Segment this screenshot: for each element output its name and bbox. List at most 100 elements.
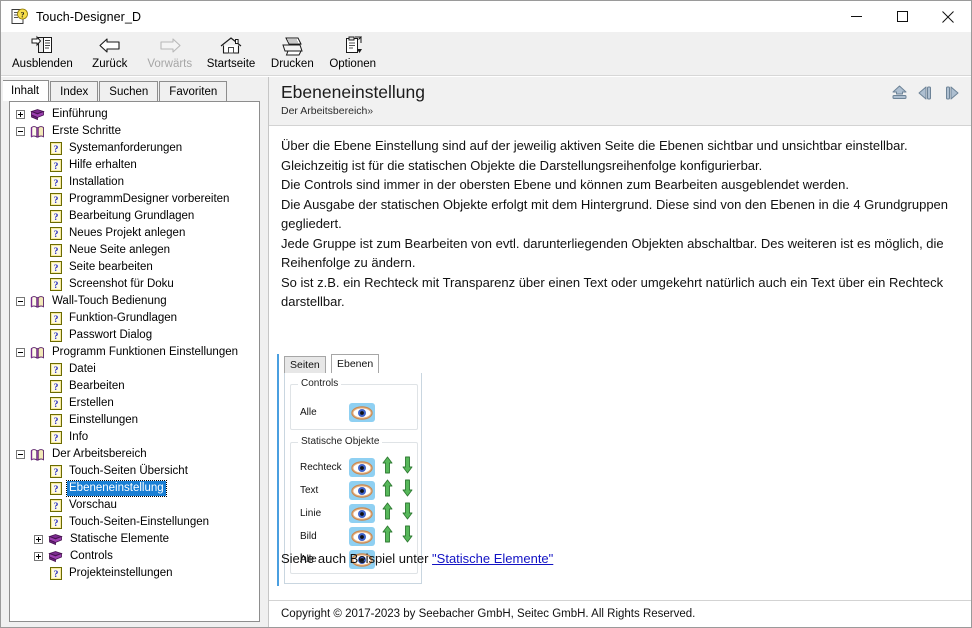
collapse-node-icon[interactable] xyxy=(16,297,25,306)
expand-node-icon[interactable] xyxy=(16,110,25,119)
tree-item-label: Seite bearbeiten xyxy=(69,261,153,273)
nav-previous-button[interactable] xyxy=(916,84,935,101)
tree-item-label: Info xyxy=(69,431,89,443)
copyright-text: Copyright © 2017-2023 by Seebacher GmbH,… xyxy=(281,608,696,620)
tab-index[interactable]: Index xyxy=(50,81,99,101)
eye-visible-icon[interactable] xyxy=(349,458,375,477)
tree-item-erstellen[interactable]: ? Erstellen xyxy=(10,395,259,412)
tree-item-der-arbeitsbereich[interactable]: Der Arbeitsbereich xyxy=(10,446,259,463)
tree-item-neues-projekt-anlegen[interactable]: ? Neues Projekt anlegen xyxy=(10,225,259,242)
widget-tab-seiten[interactable]: Seiten xyxy=(284,356,326,373)
tree-item-seite-bearbeiten[interactable]: ? Seite bearbeiten xyxy=(10,259,259,276)
widget-tab-label: Seiten xyxy=(290,359,320,371)
tree-item-bearbeiten[interactable]: ? Bearbeiten xyxy=(10,378,259,395)
collapse-node-icon[interactable] xyxy=(16,348,25,357)
tree-item-touch-seiten-einstellungen[interactable]: ? Touch-Seiten-Einstellungen xyxy=(10,514,259,531)
nav-up-button[interactable] xyxy=(890,84,909,101)
svg-text:?: ? xyxy=(54,570,59,580)
toolbar-button-zurueck[interactable]: Zurück xyxy=(80,32,140,76)
help-topic-icon: ? xyxy=(50,414,62,427)
nav-next-button[interactable] xyxy=(942,84,961,101)
move-down-icon[interactable] xyxy=(402,502,413,525)
tree-item-statische-elemente[interactable]: Statische Elemente xyxy=(10,531,259,548)
tree-item-systemanforderungen[interactable]: ? Systemanforderungen xyxy=(10,140,259,157)
svg-text:?: ? xyxy=(54,434,59,444)
tree-item-info[interactable]: ? Info xyxy=(10,429,259,446)
tree-item-label: Projekteinstellungen xyxy=(69,567,173,579)
help-topic-icon: ? xyxy=(50,329,62,342)
paragraph: So ist z.B. ein Rechteck mit Transparenz… xyxy=(281,274,944,310)
eye-visible-icon[interactable] xyxy=(349,504,375,523)
contents-tree[interactable]: Einführung Erste Schritte? Systemanforderu… xyxy=(9,101,260,622)
svg-text:?: ? xyxy=(21,10,25,19)
svg-text:?: ? xyxy=(54,417,59,427)
tree-item-touch-seiten-bersicht[interactable]: ? Touch-Seiten Übersicht xyxy=(10,463,259,480)
tree-item-label: Programm Funktionen Einstellungen xyxy=(52,346,239,358)
tree-item-neue-seite-anlegen[interactable]: ? Neue Seite anlegen xyxy=(10,242,259,259)
tree-item-passwort-dialog[interactable]: ? Passwort Dialog xyxy=(10,327,259,344)
move-up-icon[interactable] xyxy=(382,502,393,525)
minimize-button[interactable] xyxy=(833,1,879,32)
tree-item-bearbeitung-grundlagen[interactable]: ? Bearbeitung Grundlagen xyxy=(10,208,259,225)
move-down-icon[interactable] xyxy=(402,456,413,479)
closed-book-icon xyxy=(48,533,63,546)
tree-item-projekteinstellungen[interactable]: ? Projekteinstellungen xyxy=(10,565,259,582)
paragraph: Die Ausgabe der statischen Objekte erfol… xyxy=(281,196,949,232)
tree-item-ebeneneinstellung[interactable]: ? Ebeneneinstellung xyxy=(10,480,259,497)
hide-pane-icon xyxy=(30,34,54,58)
svg-text:?: ? xyxy=(54,400,59,410)
tab-favoriten[interactable]: Favoriten xyxy=(159,81,228,101)
tree-item-programmdesigner-vorbereiten[interactable]: ? ProgrammDesigner vorbereiten xyxy=(10,191,259,208)
navigation-tabs: Inhalt Index Suchen Favoriten xyxy=(3,80,228,101)
svg-text:?: ? xyxy=(54,315,59,325)
breadcrumb-label: Der Arbeitsbereich xyxy=(281,105,368,117)
tree-item-hilfe-erhalten[interactable]: ? Hilfe erhalten xyxy=(10,157,259,174)
eye-visible-icon[interactable] xyxy=(349,527,375,546)
tab-inhalt[interactable]: Inhalt xyxy=(3,80,50,101)
window-title: Touch-Designer_D xyxy=(36,9,142,24)
tab-suchen[interactable]: Suchen xyxy=(99,81,159,101)
tree-item-vorschau[interactable]: ? Vorschau xyxy=(10,497,259,514)
toolbar-button-drucken[interactable]: Drucken xyxy=(262,32,322,76)
toolbar: Ausblenden Zurück Vorwärts Startseite Dr… xyxy=(1,32,971,76)
topic-pane: Ebeneneinstellung Der Arbeitsbereich›› Ü… xyxy=(268,77,971,627)
tree-item-einf-hrung[interactable]: Einführung xyxy=(10,106,259,123)
tree-item-erste-schritte[interactable]: Erste Schritte xyxy=(10,123,259,140)
expand-node-icon[interactable] xyxy=(34,535,43,544)
tree-item-screenshot-f-r-doku[interactable]: ? Screenshot für Doku xyxy=(10,276,259,293)
toolbar-button-optionen[interactable]: Optionen xyxy=(322,32,383,76)
close-button[interactable] xyxy=(925,1,971,32)
toolbar-button-startseite[interactable]: Startseite xyxy=(200,32,263,76)
toolbar-button-vorwaerts[interactable]: Vorwärts xyxy=(140,32,200,76)
move-up-icon[interactable] xyxy=(382,456,393,479)
maximize-button[interactable] xyxy=(879,1,925,32)
eye-visible-icon[interactable] xyxy=(349,481,375,500)
collapse-node-icon[interactable] xyxy=(16,450,25,459)
tree-item-wall-touch-bedienung[interactable]: Wall-Touch Bedienung xyxy=(10,293,259,310)
toolbar-button-ausblenden[interactable]: Ausblenden xyxy=(5,32,80,76)
collapse-node-icon[interactable] xyxy=(16,127,25,136)
layer-row-rechteck: Rechteck xyxy=(291,456,417,479)
move-up-icon[interactable] xyxy=(382,479,393,502)
move-up-icon[interactable] xyxy=(382,525,393,548)
move-down-icon[interactable] xyxy=(402,525,413,548)
expand-node-icon[interactable] xyxy=(34,552,43,561)
svg-text:?: ? xyxy=(54,196,59,206)
tree-item-datei[interactable]: ? Datei xyxy=(10,361,259,378)
tree-root: Einführung Erste Schritte? Systemanforderu… xyxy=(10,102,259,582)
tree-item-programm-funktionen-einstellungen[interactable]: Programm Funktionen Einstellungen xyxy=(10,344,259,361)
group-title: Statische Objekte xyxy=(298,436,383,447)
help-topic-icon: ? xyxy=(50,431,62,444)
move-down-icon[interactable] xyxy=(402,479,413,502)
see-also-link[interactable]: "Statische Elemente" xyxy=(432,551,553,566)
tree-item-label: Funktion-Grundlagen xyxy=(69,312,178,324)
eye-visible-icon[interactable] xyxy=(349,403,375,422)
breadcrumb-chevron-icon: ›› xyxy=(367,106,373,117)
tree-item-einstellungen[interactable]: ? Einstellungen xyxy=(10,412,259,429)
tree-item-controls[interactable]: Controls xyxy=(10,548,259,565)
paragraph: Über die Ebene Einstellung sind auf der … xyxy=(281,138,908,153)
tree-item-installation[interactable]: ? Installation xyxy=(10,174,259,191)
tree-item-funktion-grundlagen[interactable]: ? Funktion-Grundlagen xyxy=(10,310,259,327)
open-book-icon xyxy=(30,295,45,309)
widget-tab-ebenen[interactable]: Ebenen xyxy=(331,354,380,373)
